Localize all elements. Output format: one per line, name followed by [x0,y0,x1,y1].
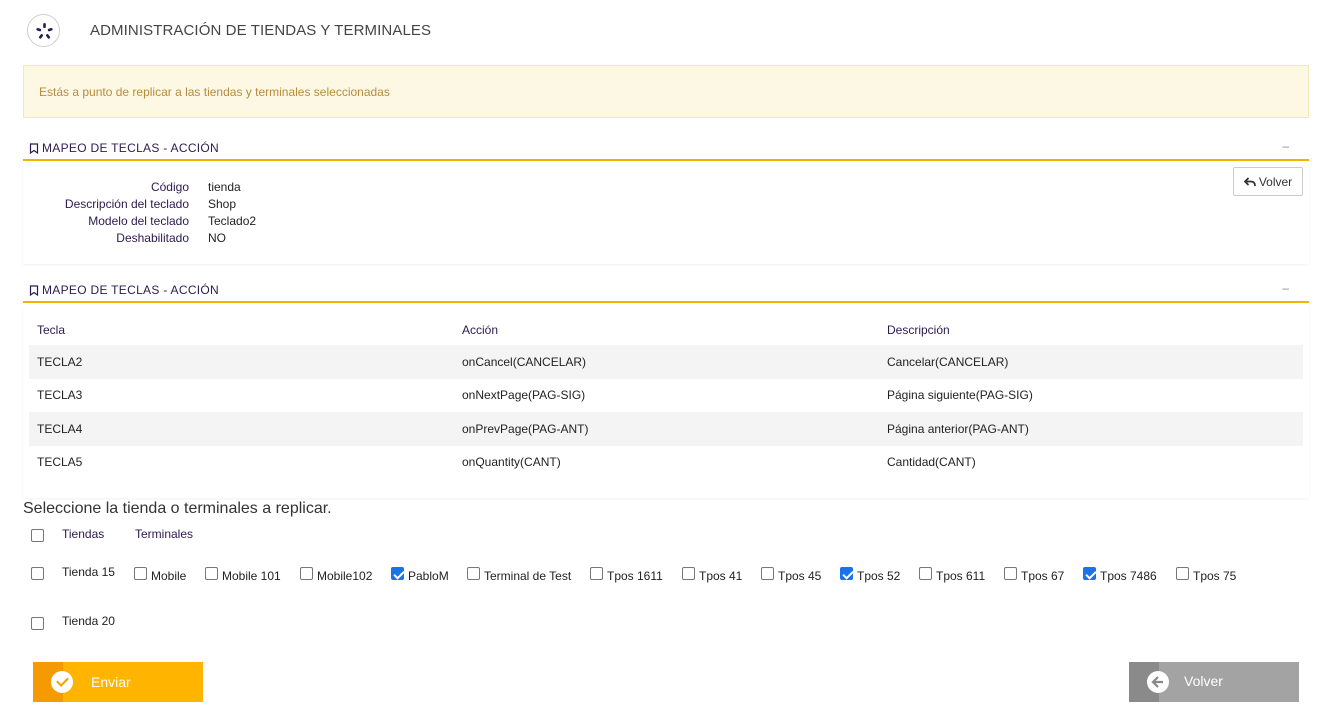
terminal-label: Mobile102 [317,569,373,583]
terminal-checkbox[interactable] [1176,567,1189,580]
table-cell: Página siguiente(PAG-SIG) [887,388,1033,403]
page-title: ADMINISTRACIÓN DE TIENDAS Y TERMINALES [90,22,432,39]
terminal-checkbox[interactable] [134,567,147,580]
terminal-checkbox[interactable] [205,567,218,580]
terminal-label: Terminal de Test [484,569,572,583]
keyboard-info-panel: Código tienda Descripción del teclado Sh… [23,163,1309,264]
table-row: TECLA4 onPrevPage(PAG-ANT) Página anteri… [29,412,1303,446]
warning-alert: Estás a punto de replicar a las tiendas … [23,65,1309,118]
terminal-label: Tpos 611 [936,569,986,583]
panel-title: MAPEO DE TECLAS - ACCIÓN [29,283,219,297]
terminal-checkbox[interactable] [682,567,695,580]
table-cell: TECLA2 [29,345,454,379]
table-cell: Página anterior(PAG-ANT) [879,412,1303,446]
field-value: Teclado2 [208,214,257,228]
table-row: TECLA3 onNextPage(PAG-SIG) Página siguie… [29,379,1303,413]
panel-title-text: MAPEO DE TECLAS - ACCIÓN [42,283,220,297]
checkmark-icon [51,671,73,693]
terminal-label: Tpos 41 [699,569,743,583]
field-value: tienda [208,180,241,194]
terminal-checkbox[interactable] [300,567,313,580]
table-row: TECLA2 onCancel(CANCELAR) Cancelar(CANCE… [29,345,1303,379]
table-cell: TECLA3 [37,388,83,403]
back-button-small[interactable]: Volver [1233,167,1303,196]
table-cell: TECLA4 [29,412,454,446]
back-button-label: Volver [1258,174,1293,189]
column-header-accion: Acción [462,323,499,337]
store-checkbox-tienda-20[interactable] [31,617,44,630]
send-button-label: Enviar [91,674,131,690]
send-button[interactable]: Enviar [33,662,203,702]
panel-title: MAPEO DE TECLAS - ACCIÓN [29,141,219,155]
table-cell: Cancelar(CANCELAR) [879,345,1303,379]
terminal-checkbox[interactable] [1083,567,1096,580]
table-cell: onPrevPage(PAG-ANT) [454,412,879,446]
alert-message: Estás a punto de replicar a las tiendas … [39,85,390,99]
panel-header-key-mapping[interactable]: MAPEO DE TECLAS - ACCIÓN – [23,281,1309,303]
collapse-icon[interactable]: – [1282,281,1289,295]
table-cell: onQuantity(CANT) [462,455,561,470]
terminal-checkbox[interactable] [590,567,603,580]
terminal-checkbox[interactable] [761,567,774,580]
terminal-checkbox[interactable] [840,567,853,580]
terminal-label: Mobile [151,569,187,583]
column-header-terminales: Terminales [135,527,194,541]
store-label: Tienda 20 [62,614,115,628]
reply-icon [1243,176,1256,186]
field-label: Descripción del teclado [64,197,189,211]
terminal-label: Tpos 67 [1021,569,1065,583]
terminal-checkbox[interactable] [919,567,932,580]
column-header-tiendas: Tiendas [62,527,105,541]
collapse-icon[interactable]: – [1282,139,1289,153]
terminal-label: Tpos 52 [857,569,901,583]
table-cell: Cantidad(CANT) [887,455,976,470]
column-header-tecla: Tecla [37,323,66,337]
spinner-logo-icon [27,14,60,47]
key-mapping-table: Tecla Acción Descripción TECLA2 onCancel… [29,315,1303,479]
table-cell: TECLA5 [37,455,83,470]
terminal-label: Mobile 101 [222,569,281,583]
key-mapping-panel: Tecla Acción Descripción TECLA2 onCancel… [23,305,1309,498]
store-label: Tienda 15 [62,565,115,579]
store-checkbox-tienda-15[interactable] [31,567,44,580]
arrow-left-icon [1147,671,1169,693]
panel-title-text: MAPEO DE TECLAS - ACCIÓN [42,141,220,155]
terminal-label: Tpos 1611 [607,569,663,583]
table-cell: onCancel(CANCELAR) [454,345,879,379]
terminal-checkbox[interactable] [1004,567,1017,580]
terminal-checkbox[interactable] [467,567,480,580]
select-all-checkbox[interactable] [31,529,44,542]
table-row: TECLA5 onQuantity(CANT) Cantidad(CANT) [29,446,1303,480]
field-label: Modelo del teclado [88,214,189,228]
bookmark-icon [29,284,39,296]
field-value: Shop [208,197,237,211]
bookmark-icon [29,142,39,154]
field-label: Código [150,180,189,194]
terminal-label: PabloM [408,569,449,583]
page-header: ADMINISTRACIÓN DE TIENDAS Y TERMINALES [0,0,1323,62]
back-button-label: Volver [1184,673,1223,689]
field-label: Deshabilitado [116,231,189,245]
field-value: NO [208,231,226,245]
table-cell: onNextPage(PAG-SIG) [462,388,586,403]
column-header-descripcion: Descripción [887,323,950,337]
selection-title: Seleccione la tienda o terminales a repl… [23,500,332,517]
panel-header-keyboard-info[interactable]: MAPEO DE TECLAS - ACCIÓN – [23,139,1309,161]
terminal-checkbox[interactable] [391,567,404,580]
table-header-row: Tecla Acción Descripción [29,315,1303,345]
terminal-label: Tpos 75 [1193,569,1237,583]
terminal-label: Tpos 45 [778,569,822,583]
back-button[interactable]: Volver [1129,662,1299,702]
terminal-label: Tpos 7486 [1100,569,1157,583]
